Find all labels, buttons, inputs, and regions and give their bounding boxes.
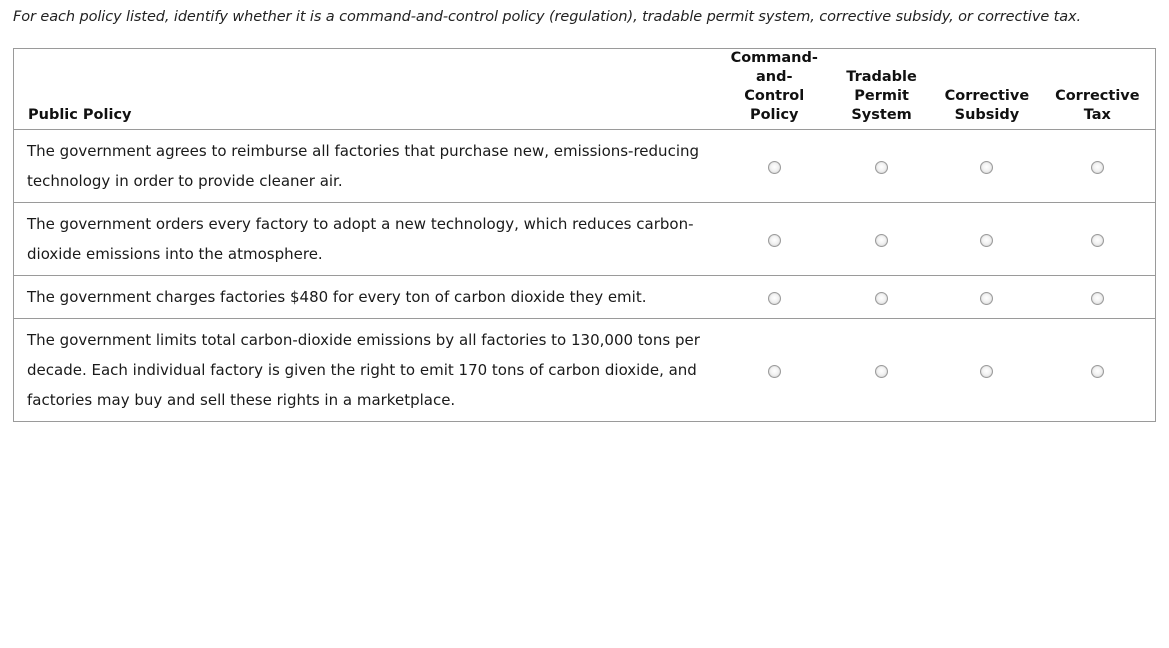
radio-row3-tradable-permit[interactable] <box>875 291 889 305</box>
radio-row4-corrective-subsidy[interactable] <box>980 364 994 378</box>
radio-row4-corrective-tax[interactable] <box>1090 364 1104 378</box>
policy-classification-table: Public Policy Command- and- Control Poli… <box>13 48 1156 422</box>
table-row: The government limits total carbon-dioxi… <box>14 319 1156 422</box>
header-tradable-permit: Tradable Permit System <box>846 69 917 123</box>
table-row: The government agrees to reimburse all f… <box>13 130 1156 203</box>
radio-row2-tradable-permit[interactable] <box>875 233 889 247</box>
radio-row2-command-and-control[interactable] <box>767 233 781 247</box>
radio-row1-tradable-permit[interactable] <box>875 160 889 174</box>
policy-text: The government orders every factory to a… <box>27 215 694 263</box>
radio-row4-command-and-control[interactable] <box>767 364 781 378</box>
radio-row3-corrective-tax[interactable] <box>1090 291 1104 305</box>
table-row: The government charges factories $480 fo… <box>13 276 1156 319</box>
header-corrective-tax: Corrective Tax <box>1055 88 1140 123</box>
radio-row1-corrective-tax[interactable] <box>1090 160 1104 174</box>
policy-text: The government charges factories $480 fo… <box>27 288 647 306</box>
policy-text: The government agrees to reimburse all f… <box>27 142 700 190</box>
table-row: The government orders every factory to a… <box>13 203 1156 276</box>
radio-row3-command-and-control[interactable] <box>767 291 781 305</box>
radio-row2-corrective-tax[interactable] <box>1090 233 1104 247</box>
radio-row2-corrective-subsidy[interactable] <box>980 233 994 247</box>
instructions-text: For each policy listed, identify whether… <box>13 9 1082 25</box>
radio-row3-corrective-subsidy[interactable] <box>980 291 994 305</box>
header-corrective-subsidy: Corrective Subsidy <box>944 88 1030 123</box>
header-public-policy: Public Policy <box>28 107 132 123</box>
table-header-row: Public Policy Command- and- Control Poli… <box>13 49 1156 130</box>
policy-text: The government limits total carbon-dioxi… <box>27 331 700 409</box>
radio-row4-tradable-permit[interactable] <box>875 364 889 378</box>
header-command-and-control: Command- and- Control Policy <box>730 50 818 123</box>
radio-row1-command-and-control[interactable] <box>767 160 781 174</box>
radio-row1-corrective-subsidy[interactable] <box>980 160 994 174</box>
